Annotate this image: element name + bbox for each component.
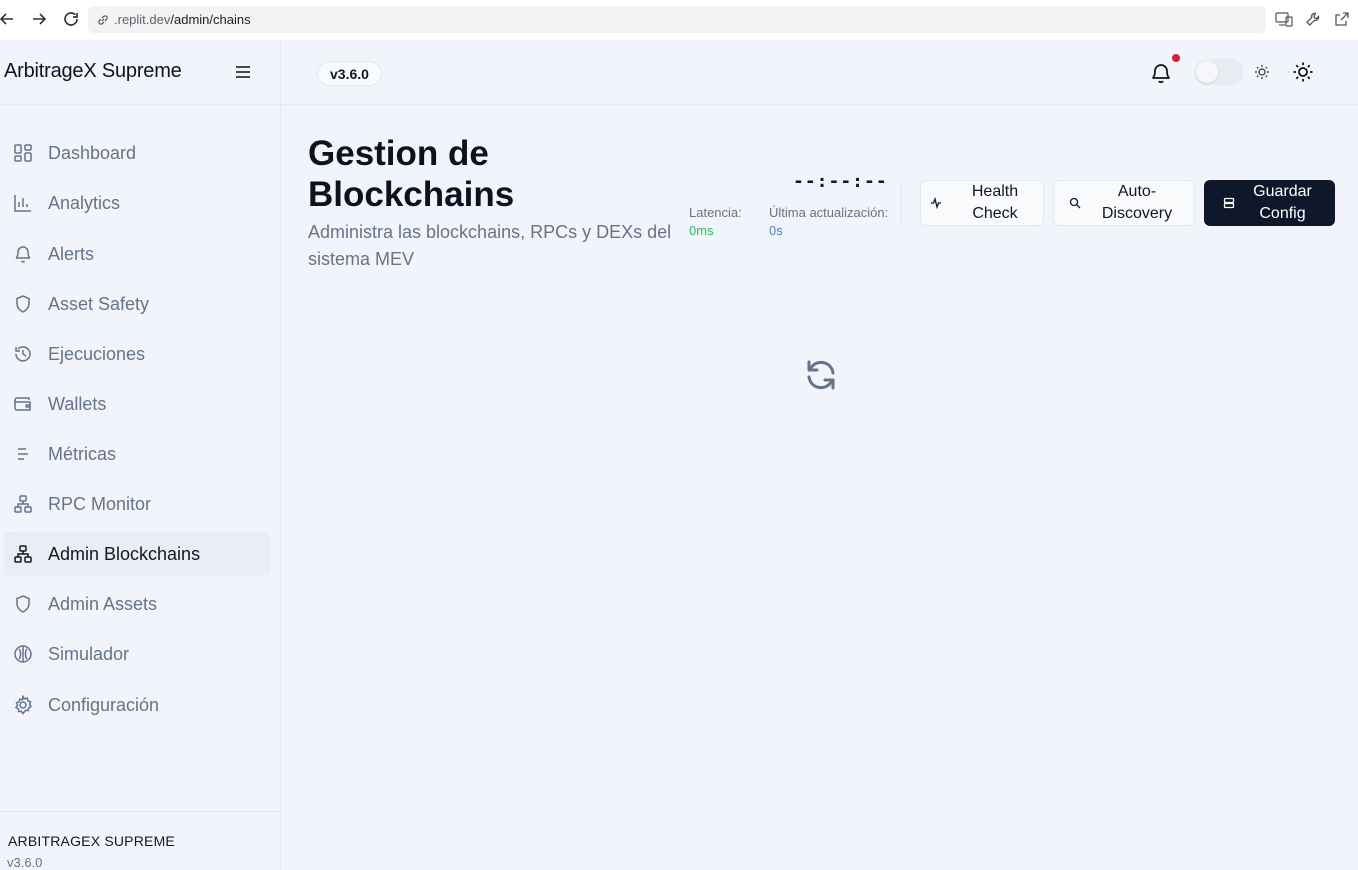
link-icon: [96, 13, 110, 27]
sidebar-item-label: Simulador: [48, 643, 130, 664]
save-config-button[interactable]: Guardar Config: [1204, 180, 1335, 226]
devices-icon[interactable]: [1274, 9, 1294, 29]
theme-toggle-switch[interactable]: [1194, 59, 1244, 85]
app-title: ArbitrageX Supreme: [4, 60, 182, 82]
forward-arrow-icon[interactable]: [28, 8, 50, 30]
notification-dot: [1172, 54, 1180, 62]
sidebar: ArbitrageX Supreme Dashboard Analytics A…: [0, 40, 281, 870]
sidebar-item-label: Configuración: [48, 694, 160, 715]
shield-icon: [12, 593, 34, 615]
back-arrow-icon[interactable]: [0, 8, 18, 30]
sidebar-item-label: Admin Blockchains: [48, 543, 201, 564]
wallet-icon: [12, 393, 34, 415]
sidebar-item-label: Asset Safety: [48, 293, 150, 314]
network-icon: [12, 493, 34, 515]
last-update-label: Última actualización:: [769, 205, 889, 220]
sidebar-item-admin-assets[interactable]: Admin Assets: [4, 582, 270, 626]
dashboard-icon: [12, 142, 34, 164]
shield-icon: [12, 293, 34, 315]
bar-chart-icon: [12, 192, 34, 214]
database-icon: [1222, 196, 1236, 210]
sidebar-header: ArbitrageX Supreme: [0, 40, 280, 105]
sidebar-item-label: Admin Assets: [48, 593, 158, 614]
sidebar-item-admin-blockchains[interactable]: Admin Blockchains: [4, 532, 270, 576]
network-icon: [12, 543, 34, 565]
metrics-icon: [12, 443, 34, 465]
hamburger-menu-icon[interactable]: [233, 62, 253, 82]
sidebar-item-label: Analytics: [48, 192, 121, 213]
page-subtitle: Administra las blockchains, RPCs y DEXs …: [308, 222, 672, 269]
sidebar-item-wallets[interactable]: Wallets: [4, 382, 270, 426]
history-icon: [12, 343, 34, 365]
address-bar[interactable]: .replit.dev/admin/chains: [88, 6, 1266, 33]
health-check-button[interactable]: Health Check: [920, 180, 1044, 226]
last-update-stat: Última actualización: 0s: [769, 204, 889, 240]
sidebar-item-asset-safety[interactable]: Asset Safety: [4, 282, 270, 326]
auto-discovery-label: Auto-Discovery: [1101, 183, 1173, 222]
header-divider: [901, 180, 902, 224]
open-external-icon[interactable]: [1332, 9, 1352, 29]
top-header: v3.6.0: [281, 40, 1358, 105]
gear-icon: [12, 694, 34, 716]
sidebar-item-ejecuciones[interactable]: Ejecuciones: [4, 332, 270, 376]
sidebar-item-configuracion[interactable]: Configuración: [4, 683, 270, 727]
toggle-knob: [1196, 61, 1218, 83]
page-title: Gestion de Blockchains: [308, 134, 515, 214]
search-icon: [1068, 196, 1082, 210]
sidebar-item-alerts[interactable]: Alerts: [4, 232, 270, 276]
sidebar-item-label: RPC Monitor: [48, 493, 152, 514]
sidebar-footer: ARBITRAGEX SUPREME v3.6.0: [0, 811, 280, 870]
bell-icon: [12, 243, 34, 265]
sidebar-item-metricas[interactable]: Métricas: [4, 432, 270, 476]
latency-value: 0ms: [689, 223, 714, 238]
notification-bell-icon[interactable]: [1148, 60, 1174, 86]
browser-toolbar: .replit.dev/admin/chains: [0, 0, 1358, 40]
wrench-icon[interactable]: [1303, 9, 1323, 29]
latency-label: Latencia:: [689, 205, 742, 220]
loading-spinner-icon: [802, 356, 840, 394]
brain-icon: [12, 643, 34, 665]
version-badge: v3.6.0: [317, 61, 382, 86]
latency-stat: Latencia: 0ms: [689, 204, 742, 240]
sun-icon: [1252, 62, 1272, 82]
theme-sun-icon[interactable]: [1291, 60, 1315, 84]
auto-discovery-button[interactable]: Auto-Discovery: [1053, 180, 1195, 226]
save-config-label: Guardar Config: [1253, 183, 1312, 222]
footer-app-name: ARBITRAGEX SUPREME: [8, 833, 175, 849]
reload-icon[interactable]: [60, 8, 82, 30]
last-update-value: 0s: [769, 223, 783, 238]
health-check-label: Health Check: [971, 183, 1019, 222]
sidebar-item-label: Ejecuciones: [48, 343, 146, 364]
sidebar-item-label: Dashboard: [48, 142, 137, 163]
activity-icon: [929, 196, 943, 210]
url-host: .replit.dev: [114, 12, 171, 27]
clock-display: --:--:--: [793, 171, 888, 192]
sidebar-item-label: Métricas: [48, 443, 117, 464]
sidebar-item-simulador[interactable]: Simulador: [4, 632, 270, 676]
sidebar-item-label: Wallets: [48, 393, 107, 414]
url-path: /admin/chains: [170, 12, 251, 27]
sidebar-item-dashboard[interactable]: Dashboard: [4, 131, 270, 175]
sidebar-item-analytics[interactable]: Analytics: [4, 181, 270, 225]
sidebar-item-label: Alerts: [48, 243, 95, 264]
sidebar-item-rpc-monitor[interactable]: RPC Monitor: [4, 482, 270, 526]
footer-version: v3.6.0: [7, 855, 43, 870]
